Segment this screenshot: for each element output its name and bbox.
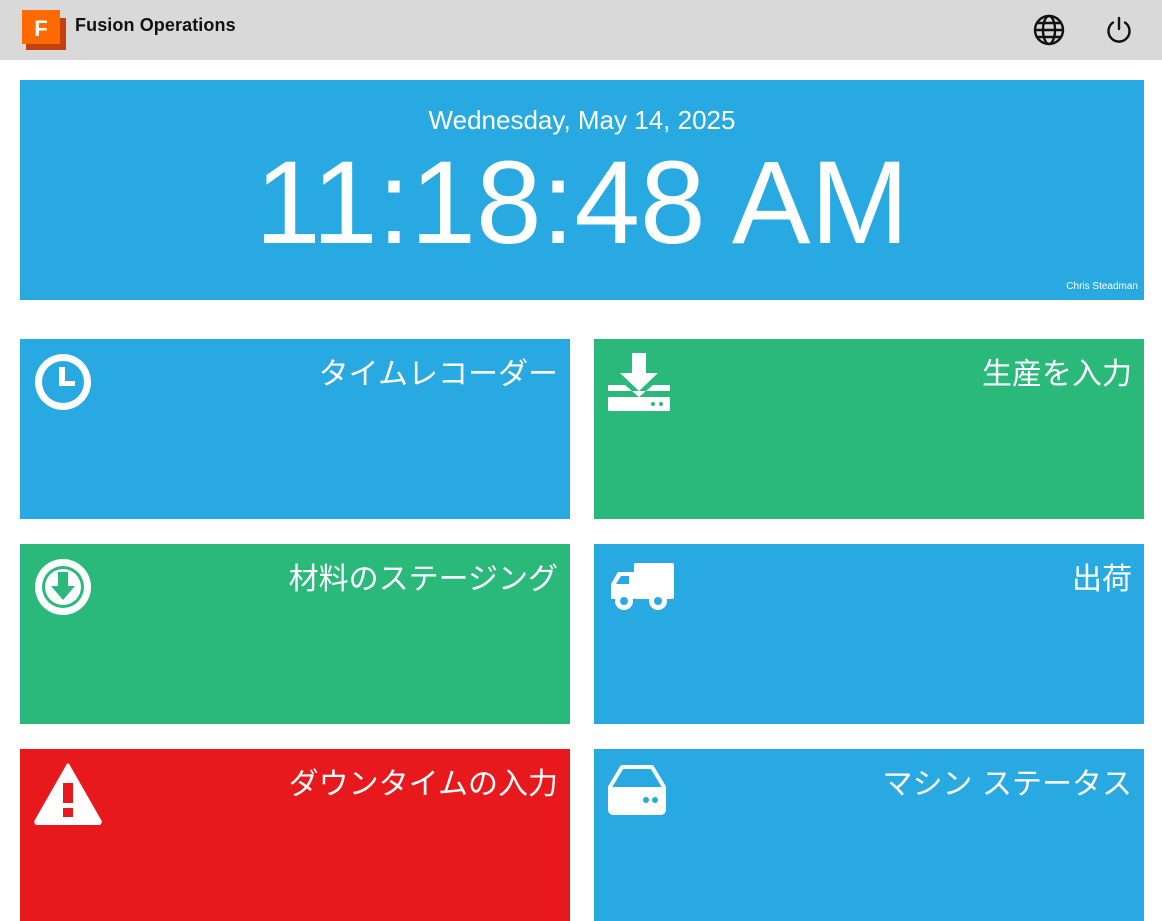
globe-icon[interactable] [1032, 13, 1066, 47]
svg-text:F: F [34, 16, 47, 41]
warning-icon [34, 763, 102, 826]
tile-time-recorder[interactable]: タイムレコーダー [20, 339, 570, 519]
arrow-down-circle-icon [34, 558, 96, 620]
tile-label: タイムレコーダー [318, 357, 558, 392]
tile-label: 材料のステージング [288, 562, 558, 597]
top-bar: F Fusion Operations [0, 0, 1162, 60]
clock-icon [34, 353, 96, 415]
truck-icon [608, 558, 674, 620]
tile-enter-production[interactable]: 生産を入力 [594, 339, 1144, 519]
tile-label: マシン ステータス [882, 767, 1132, 802]
user-name: Chris Steadman [1066, 281, 1138, 292]
tile-label: 出荷 [1072, 562, 1132, 597]
fusion-logo: F [22, 10, 66, 50]
clock-time: 11:18:48 AM [255, 137, 909, 269]
tile-label: ダウンタイムの入力 [288, 767, 558, 802]
tile-shipping[interactable]: 出荷 [594, 544, 1144, 724]
tile-material-staging[interactable]: 材料のステージング [20, 544, 570, 724]
power-icon[interactable] [1102, 13, 1136, 47]
tile-downtime-entry[interactable]: ダウンタイムの入力 [20, 749, 570, 921]
tile-machine-status[interactable]: マシン ステータス [594, 749, 1144, 921]
tile-label: 生産を入力 [982, 357, 1132, 392]
clock-date: Wednesday, May 14, 2025 [428, 105, 736, 135]
clock-panel: Wednesday, May 14, 2025 11:18:48 AM Chri… [20, 80, 1144, 300]
download-tray-icon [608, 353, 670, 415]
hard-drive-icon [608, 763, 670, 825]
app-title: Fusion Operations [75, 15, 236, 35]
